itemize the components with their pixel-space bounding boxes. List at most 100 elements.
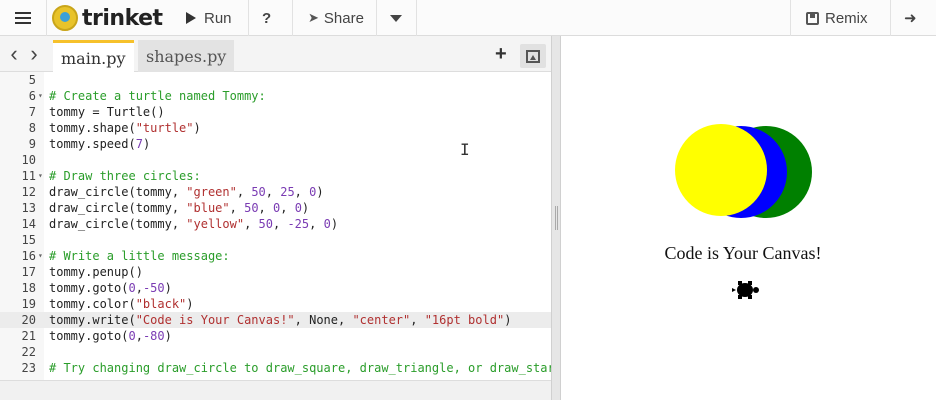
- code-line[interactable]: 11 ▾ # Draw three circles:: [0, 168, 551, 184]
- run-button[interactable]: Run: [186, 0, 232, 36]
- code-line[interactable]: 14 draw_circle(tommy, "yellow", 50, -25, …: [0, 216, 551, 232]
- code-line[interactable]: 21 tommy.goto(0,-80): [0, 328, 551, 344]
- drawing-canvas: [675, 124, 812, 218]
- line-number: 7: [28, 105, 36, 119]
- remix-button[interactable]: Remix: [806, 0, 868, 36]
- play-icon: [186, 12, 196, 24]
- code-line[interactable]: 12 draw_circle(tommy, "green", 50, 25, 0): [0, 184, 551, 200]
- code-text: # Try changing draw_circle to draw_squar…: [49, 361, 551, 375]
- code-line[interactable]: 5: [0, 72, 551, 88]
- splitter-grip-icon[interactable]: [555, 206, 558, 230]
- toolbar-divider: [376, 0, 377, 36]
- line-number: 23: [21, 361, 36, 375]
- back-arrow-icon[interactable]: ‹: [4, 41, 24, 67]
- tab-shapes-py[interactable]: shapes.py: [138, 40, 235, 72]
- code-line[interactable]: 23 # Try changing draw_circle to draw_squ…: [0, 360, 551, 376]
- code-line[interactable]: 7 tommy = Turtle(): [0, 104, 551, 120]
- share-button[interactable]: ➤ Share: [308, 0, 364, 36]
- code-text: tommy.write("Code is Your Canvas!", None…: [49, 313, 512, 327]
- trinket-logo-icon: [52, 5, 78, 31]
- editor-tab-bar: ‹ › main.py shapes.py: [0, 36, 551, 73]
- login-button[interactable]: ➜: [904, 0, 917, 36]
- line-number: 17: [21, 265, 36, 279]
- code-text: draw_circle(tommy, "yellow", 50, -25, 0): [49, 217, 339, 231]
- code-line[interactable]: 15: [0, 232, 551, 248]
- code-text: tommy.shape("turtle"): [49, 121, 201, 135]
- code-text: tommy.penup(): [49, 265, 143, 279]
- help-label: ?: [262, 9, 272, 27]
- toolbar-divider: [248, 0, 249, 36]
- code-line[interactable]: 19 tommy.color("black"): [0, 296, 551, 312]
- code-text: tommy = Turtle(): [49, 105, 165, 119]
- toolbar-divider: [416, 0, 417, 36]
- fold-arrow-icon[interactable]: ▾: [38, 168, 43, 184]
- code-line[interactable]: 13 draw_circle(tommy, "blue", 50, 0, 0): [0, 200, 551, 216]
- code-text: # Draw three circles:: [49, 169, 201, 183]
- code-text: tommy.speed(7): [49, 137, 151, 151]
- menu-icon: [15, 12, 31, 24]
- code-line[interactable]: 18 tommy.goto(0,-50): [0, 280, 551, 296]
- line-number: 19: [21, 297, 36, 311]
- line-number: 12: [21, 185, 36, 199]
- file-nav-arrows: ‹ ›: [4, 36, 44, 72]
- caret-down-icon: [390, 14, 402, 22]
- code-line[interactable]: 16 ▾ # Write a little message:: [0, 248, 551, 264]
- line-number: 18: [21, 281, 36, 295]
- code-text: tommy.color("black"): [49, 297, 194, 311]
- help-button[interactable]: ?: [262, 0, 271, 36]
- logo-text: trinket: [82, 5, 163, 31]
- toolbar-divider: [46, 0, 47, 36]
- forward-arrow-icon[interactable]: ›: [24, 41, 44, 67]
- code-line[interactable]: 20 tommy.write("Code is Your Canvas!", No…: [0, 312, 551, 328]
- line-number: 21: [21, 329, 36, 343]
- remix-label: Remix: [825, 9, 868, 27]
- code-line[interactable]: 8 tommy.shape("turtle"): [0, 120, 551, 136]
- line-number: 8: [28, 121, 36, 135]
- toolbar-divider: [890, 0, 891, 36]
- line-number: 5: [28, 73, 36, 87]
- text-cursor-icon: [460, 140, 468, 158]
- menu-button[interactable]: [10, 0, 36, 36]
- top-toolbar: trinket Run ? ➤ Share Remix ➜: [0, 0, 936, 36]
- line-number: 22: [21, 345, 36, 359]
- code-editor[interactable]: 5 6 ▾ # Create a turtle named Tommy: 7 tommy …: [0, 72, 551, 380]
- image-icon: [526, 49, 540, 63]
- code-text: tommy.goto(0,-50): [49, 281, 172, 295]
- turtle-icon: [732, 281, 759, 299]
- line-number: 15: [21, 233, 36, 247]
- code-text: # Create a turtle named Tommy:: [49, 89, 266, 103]
- line-number: 9: [28, 137, 36, 151]
- image-library-button[interactable]: [520, 44, 546, 68]
- line-number: 6: [28, 89, 36, 103]
- line-number: 10: [21, 153, 36, 167]
- line-number: 13: [21, 201, 36, 215]
- line-number: 14: [21, 217, 36, 231]
- code-line[interactable]: 6 ▾ # Create a turtle named Tommy:: [0, 88, 551, 104]
- code-text: # Write a little message:: [49, 249, 230, 263]
- code-text: tommy.goto(0,-80): [49, 329, 172, 343]
- login-icon: ➜: [904, 10, 917, 27]
- twitter-icon: ➤: [308, 10, 319, 25]
- save-icon: [806, 11, 819, 25]
- fold-arrow-icon[interactable]: ▾: [38, 88, 43, 104]
- code-text: draw_circle(tommy, "blue", 50, 0, 0): [49, 201, 310, 215]
- line-number: 11: [21, 169, 36, 183]
- toolbar-divider: [292, 0, 293, 36]
- yellow-circle: [675, 124, 767, 216]
- pane-splitter[interactable]: [551, 36, 561, 400]
- code-line[interactable]: 22: [0, 344, 551, 360]
- line-number: 16: [21, 249, 36, 263]
- turtle-output-canvas: Code is Your Canvas!: [562, 37, 936, 400]
- fold-arrow-icon[interactable]: ▾: [38, 248, 43, 264]
- share-label: Share: [323, 9, 364, 27]
- code-line[interactable]: 17 tommy.penup(): [0, 264, 551, 280]
- plus-icon: +: [495, 42, 507, 65]
- line-number: 20: [21, 313, 36, 327]
- toolbar-divider: [790, 0, 791, 36]
- code-text: draw_circle(tommy, "green", 50, 25, 0): [49, 185, 324, 199]
- more-menu-button[interactable]: [388, 0, 404, 36]
- trinket-logo[interactable]: trinket: [52, 0, 163, 36]
- add-file-button[interactable]: +: [495, 36, 507, 72]
- tab-main-py[interactable]: main.py: [53, 40, 134, 73]
- output-message: Code is Your Canvas!: [664, 243, 822, 263]
